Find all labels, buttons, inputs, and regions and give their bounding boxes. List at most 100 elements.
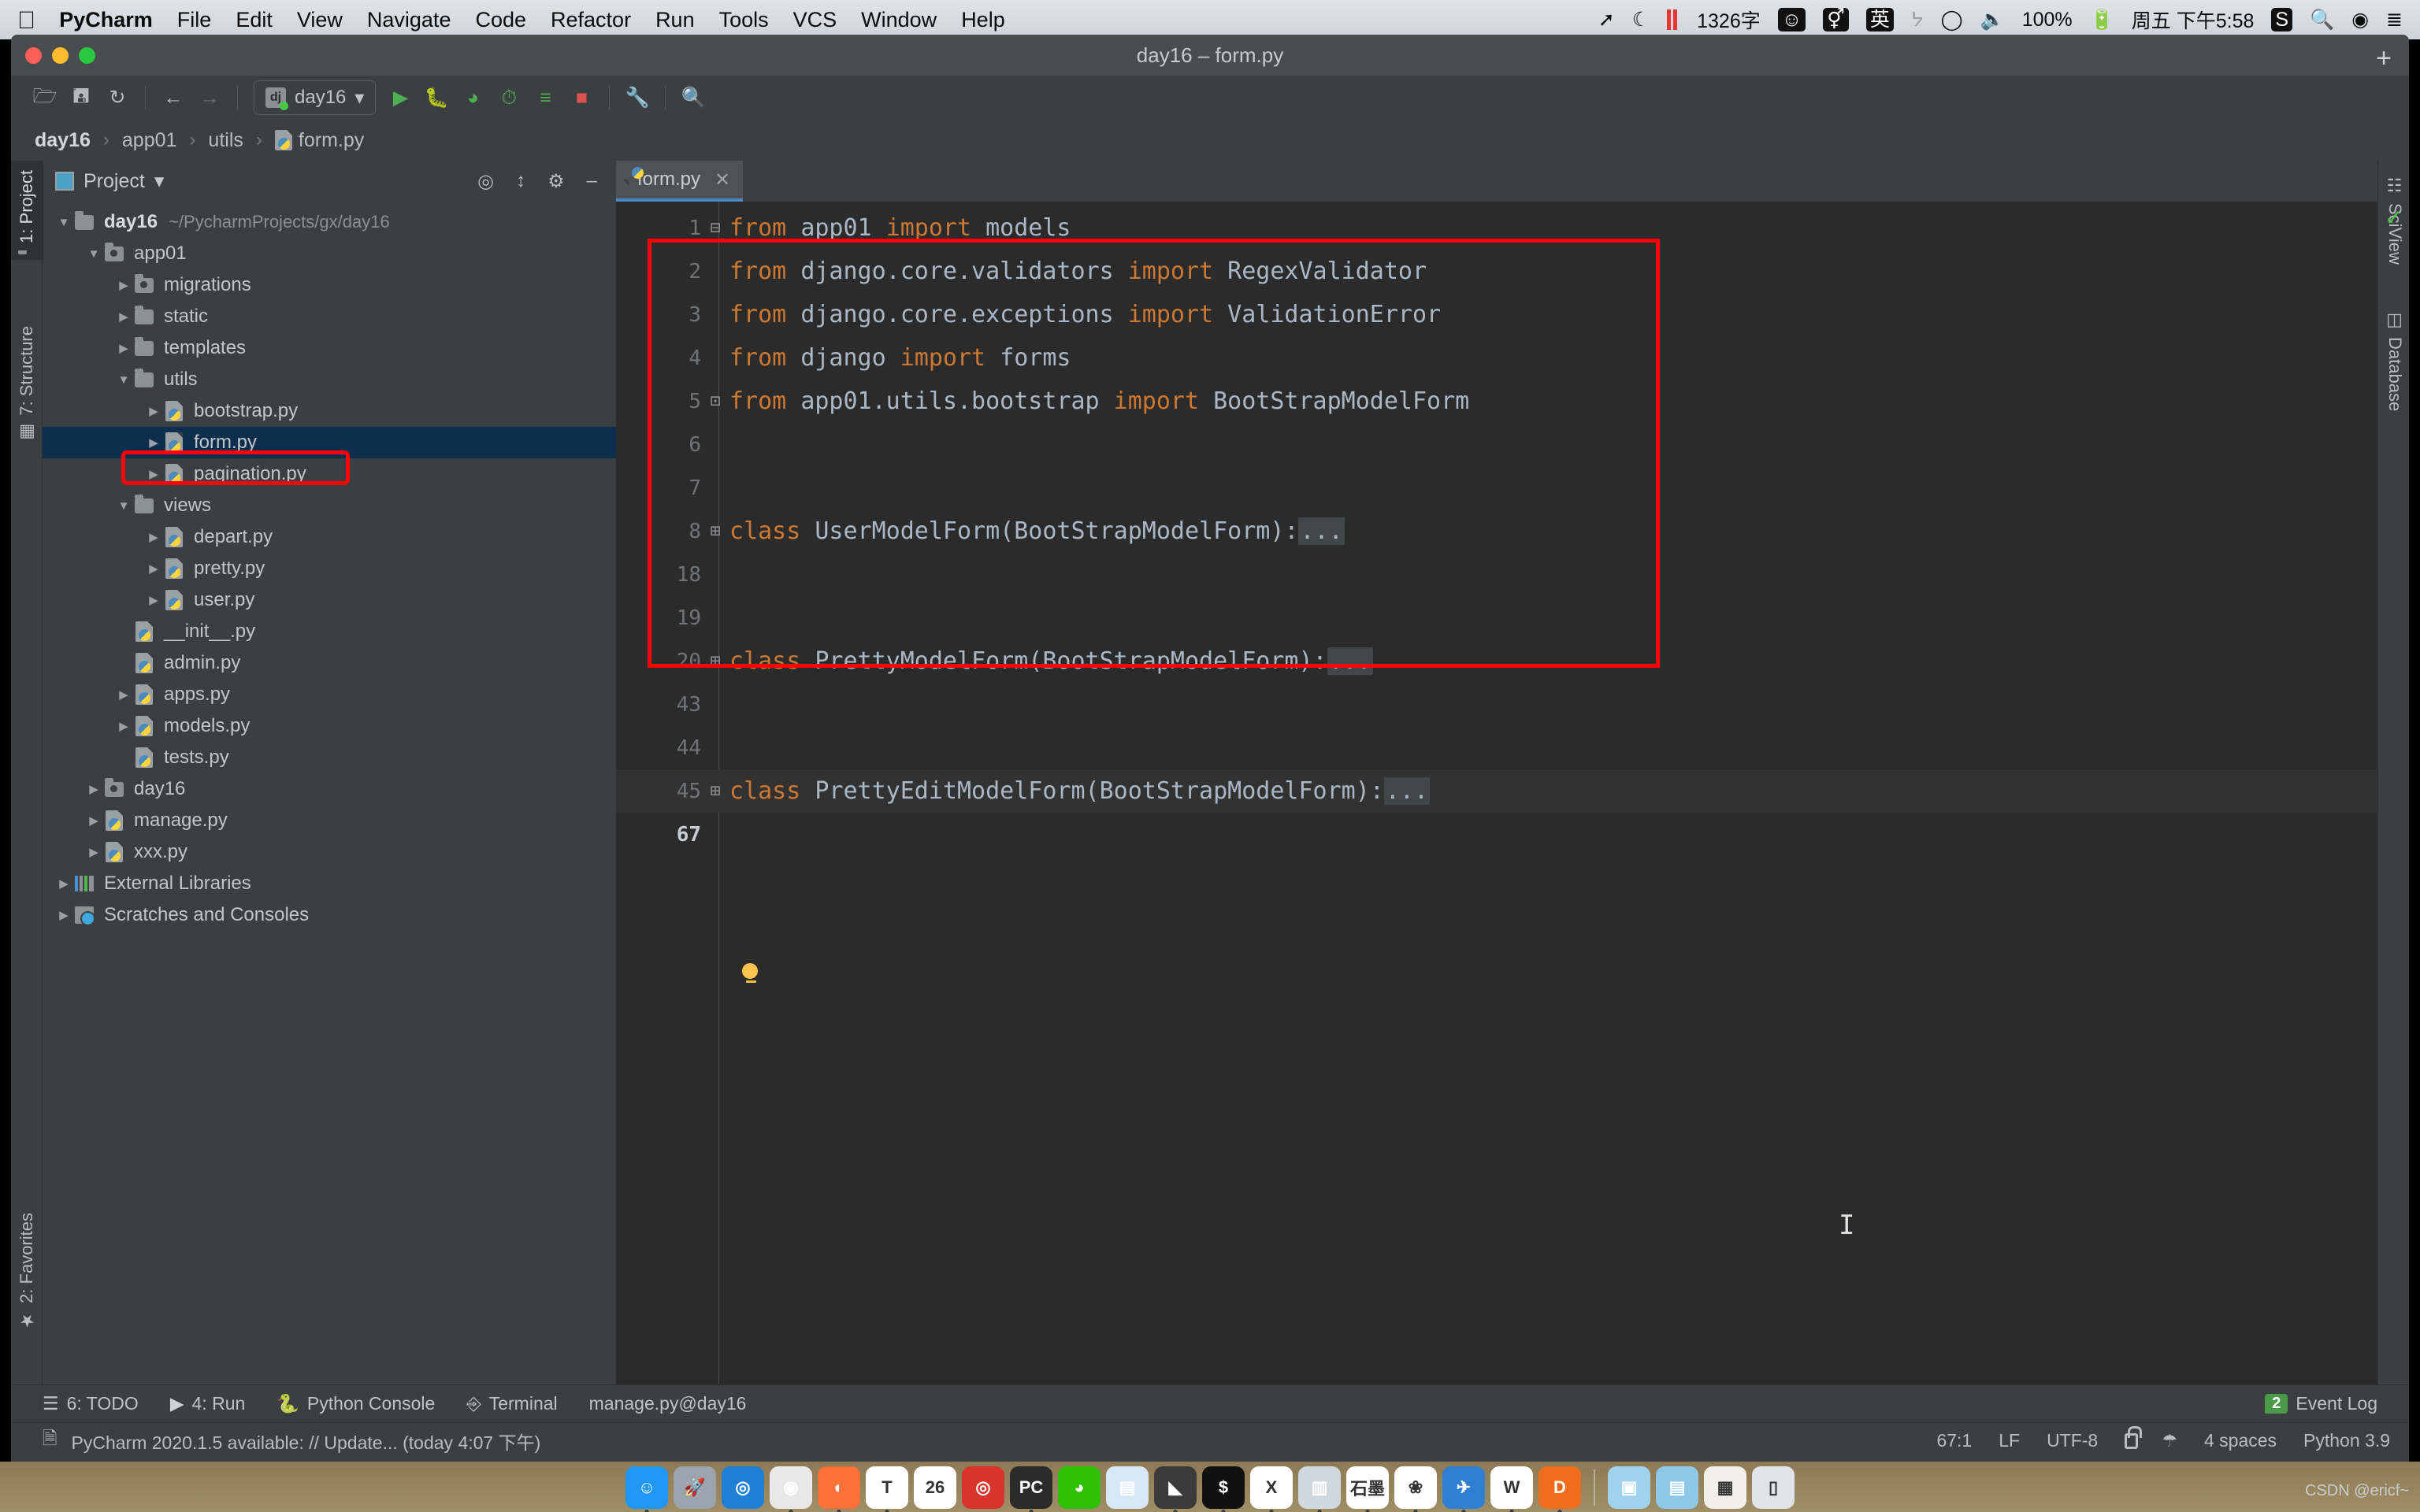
chevron-down-icon[interactable]: ▼ xyxy=(55,216,72,229)
python-interpreter[interactable]: Python 3.9 xyxy=(2303,1430,2390,1451)
menu-file[interactable]: File xyxy=(177,8,212,32)
battery-icon[interactable]: 🔋 xyxy=(2090,9,2114,32)
sidebar-item-favorites[interactable]: ★ 2: Favorites xyxy=(11,1203,43,1340)
sidebar-item-project[interactable]: 1: Project xyxy=(11,161,43,260)
chevron-right-icon[interactable]: ▶ xyxy=(145,593,162,607)
chevron-right-icon[interactable]: ▶ xyxy=(85,813,102,828)
add-tab-button[interactable]: + xyxy=(2376,45,2392,72)
project-tree[interactable]: ▼day16~/PycharmProjects/gx/day16▼app01 ▶m… xyxy=(43,202,616,1384)
bottom-item-todo[interactable]: ☰ 6: TODO xyxy=(43,1393,139,1414)
dock-item-iterm[interactable]: $ xyxy=(1202,1466,1245,1509)
caret-position[interactable]: 67:1 xyxy=(1936,1430,1972,1451)
dock-item-firefox[interactable]: ◐ xyxy=(818,1466,860,1509)
sync-icon[interactable]: ↻ xyxy=(99,80,135,116)
chevron-right-icon[interactable]: ▶ xyxy=(145,404,162,418)
tree-item-depart-py[interactable]: ▶depart.py xyxy=(43,521,616,553)
tree-item-xxx-py[interactable]: ▶xxx.py xyxy=(43,836,616,868)
code-line-6[interactable]: 6 xyxy=(616,423,2377,466)
menu-app-name[interactable]: PyCharm xyxy=(59,8,153,32)
menu-code[interactable]: Code xyxy=(475,8,526,32)
settings-wrench-icon[interactable]: 🔧 xyxy=(619,80,655,116)
dock-item-trash[interactable]: ▯ xyxy=(1752,1466,1795,1509)
debug-icon[interactable]: 🐛 xyxy=(418,80,455,116)
stop-icon[interactable]: ■ xyxy=(563,80,599,116)
chevron-right-icon[interactable]: ▶ xyxy=(145,467,162,481)
chevron-right-icon[interactable]: ▶ xyxy=(115,341,132,355)
dock-item-sublime-text[interactable]: ◣ xyxy=(1154,1466,1197,1509)
indent-setting[interactable]: 4 spaces xyxy=(2204,1430,2277,1451)
ime-indicator[interactable]: 英 xyxy=(1866,8,1894,32)
emoji-icon[interactable]: ☺ xyxy=(1778,8,1806,32)
code-editor[interactable]: I 1⊟from app01 import models2from django… xyxy=(616,202,2377,1384)
chevron-right-icon[interactable]: ▶ xyxy=(85,845,102,859)
clock-label[interactable]: 周五 下午5:58 xyxy=(2132,6,2255,34)
save-icon[interactable]: 🖪 xyxy=(63,80,99,116)
tree-item-models-py[interactable]: ▶models.py xyxy=(43,710,616,742)
moon-icon[interactable]: ☾ xyxy=(1632,8,1650,32)
menu-window[interactable]: Window xyxy=(861,8,937,32)
tree-item---init---py[interactable]: ▶__init__.py xyxy=(43,616,616,647)
bottom-item-python-console[interactable]: 🐍 Python Console xyxy=(277,1393,435,1414)
encoding[interactable]: UTF-8 xyxy=(2047,1430,2098,1451)
tree-item-user-py[interactable]: ▶user.py xyxy=(43,584,616,616)
dock-item-downloads-stack[interactable]: ▣ xyxy=(1608,1466,1650,1509)
dock-item-chrome[interactable]: ◉ xyxy=(770,1466,812,1509)
close-button[interactable] xyxy=(25,47,42,64)
dock-item-foxmail[interactable]: ✈ xyxy=(1442,1466,1485,1509)
sidebar-item-database[interactable]: ◫ Database xyxy=(2378,301,2409,421)
code-line-7[interactable]: 7 xyxy=(616,466,2377,510)
tree-item-static[interactable]: ▶static xyxy=(43,301,616,332)
menu-tools[interactable]: Tools xyxy=(719,8,769,32)
pause-icon[interactable] xyxy=(1667,9,1680,30)
tree-item-day16[interactable]: ▼day16~/PycharmProjects/gx/day16 xyxy=(43,206,616,238)
dock-item-word[interactable]: W xyxy=(1490,1466,1533,1509)
mic-icon[interactable]: ⚥ xyxy=(1823,8,1849,32)
chevron-right-icon[interactable]: ▶ xyxy=(145,530,162,544)
menu-view[interactable]: View xyxy=(297,8,343,32)
wifi-icon[interactable]: ◯ xyxy=(1941,8,1963,32)
spotlight-search-icon[interactable]: 🔍 xyxy=(2310,9,2334,32)
code-line-3[interactable]: 3from django.core.exceptions import Vali… xyxy=(616,293,2377,336)
dock-item-calendar[interactable]: 26 xyxy=(914,1466,956,1509)
back-arrow-icon[interactable]: ← xyxy=(155,80,191,116)
siri-icon[interactable]: ◉ xyxy=(2351,8,2369,32)
code-line-44[interactable]: 44 xyxy=(616,726,2377,769)
menu-refactor[interactable]: Refactor xyxy=(551,8,631,32)
code-line-67[interactable]: 67 xyxy=(616,813,2377,856)
code-line-43[interactable]: 43 xyxy=(616,683,2377,726)
chevron-right-icon[interactable]: ▶ xyxy=(145,561,162,576)
tree-item-pretty-py[interactable]: ▶pretty.py xyxy=(43,553,616,584)
code-line-2[interactable]: 2from django.core.validators import Rege… xyxy=(616,250,2377,293)
tree-item-admin-py[interactable]: ▶admin.py xyxy=(43,647,616,679)
code-fold-toggle-icon[interactable]: ⊞ xyxy=(701,521,729,541)
chevron-right-icon[interactable]: ▶ xyxy=(145,435,162,450)
code-line-20[interactable]: 20⊞class PrettyModelForm(BootStrapModelF… xyxy=(616,639,2377,683)
menu-edit[interactable]: Edit xyxy=(236,8,273,32)
tree-item-app01[interactable]: ▼app01 xyxy=(43,238,616,269)
tree-item-utils[interactable]: ▼utils xyxy=(43,364,616,395)
run-configuration-selector[interactable]: dj day16 ▾ xyxy=(254,80,376,115)
intention-bulb-icon[interactable] xyxy=(742,963,759,984)
code-line-8[interactable]: 8⊞class UserModelForm(BootStrapModelForm… xyxy=(616,510,2377,553)
run-icon[interactable]: ▶ xyxy=(382,80,418,116)
chevron-down-icon[interactable]: ▾ xyxy=(154,169,165,193)
sogou-icon[interactable]: S xyxy=(2271,8,2292,32)
chevron-right-icon[interactable]: ▶ xyxy=(115,750,132,765)
chevron-right-icon[interactable]: ▶ xyxy=(55,876,72,891)
sidebar-item-structure[interactable]: ▦ 7: Structure xyxy=(11,317,43,452)
unlocked-icon[interactable] xyxy=(2125,1433,2138,1449)
menu-navigate[interactable]: Navigate xyxy=(367,8,451,32)
chevron-right-icon[interactable]: ▶ xyxy=(115,309,132,324)
input-count-label[interactable]: 1326字 xyxy=(1697,6,1761,34)
bottom-item-run[interactable]: ▶ 4: Run xyxy=(170,1393,245,1414)
dock-item-recent-file[interactable]: ▦ xyxy=(1704,1466,1746,1509)
status-message[interactable]: PyCharm 2020.1.5 available: // Update...… xyxy=(72,1428,541,1455)
dock-item-pycharm[interactable]: PC xyxy=(1010,1466,1052,1509)
menu-run[interactable]: Run xyxy=(655,8,695,32)
close-icon[interactable]: ✕ xyxy=(714,169,730,191)
tree-item-external-libraries[interactable]: ▶External Libraries xyxy=(43,868,616,899)
tree-item-templates[interactable]: ▶templates xyxy=(43,332,616,364)
run-with-console-icon[interactable]: ≡ xyxy=(527,80,563,116)
forward-arrow-icon[interactable]: → xyxy=(191,80,228,116)
dock-item-youdao-note[interactable]: 石墨 xyxy=(1346,1466,1389,1509)
